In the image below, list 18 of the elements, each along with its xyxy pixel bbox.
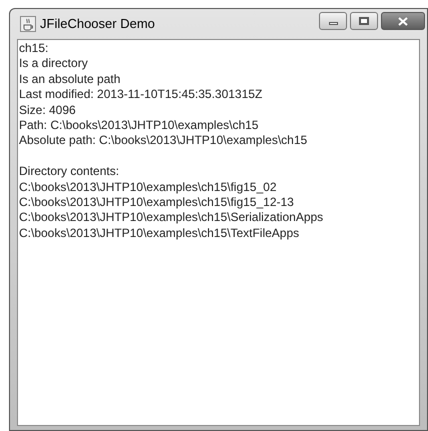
close-icon (398, 16, 408, 26)
maximize-button[interactable] (350, 12, 378, 30)
window-title: JFileChooser Demo (40, 15, 155, 34)
minimize-button[interactable] (319, 12, 347, 30)
text-line: Last modified: 2013-11-10T15:45:35.301315Z (19, 87, 262, 103)
close-button[interactable] (381, 12, 425, 30)
text-line: Path: C:\books\2013\JHTP10\examples\ch15 (19, 118, 258, 134)
text-line: Size: 4096 (19, 102, 76, 118)
text-line: C:\books\2013\JHTP10\examples\ch15\fig15_12-13 (19, 195, 294, 210)
text-line: ch15: (19, 41, 48, 56)
java-cup-icon (20, 16, 36, 32)
text-line: Directory contents: (19, 164, 120, 180)
text-line: Is an absolute path (19, 72, 120, 88)
text-line: C:\books\2013\JHTP10\examples\ch15\fig15_02 (19, 180, 276, 196)
text-line: C:\books\2013\JHTP10\examples\ch15\SerializationApps (19, 210, 324, 226)
text-line: Absolute path: C:\books\2013\JHTP10\examples\ch15 (19, 133, 308, 149)
text-line: Is a directory (19, 56, 88, 72)
text-line: C:\books\2013\JHTP10\examples\ch15\TextFileApps (19, 226, 300, 242)
